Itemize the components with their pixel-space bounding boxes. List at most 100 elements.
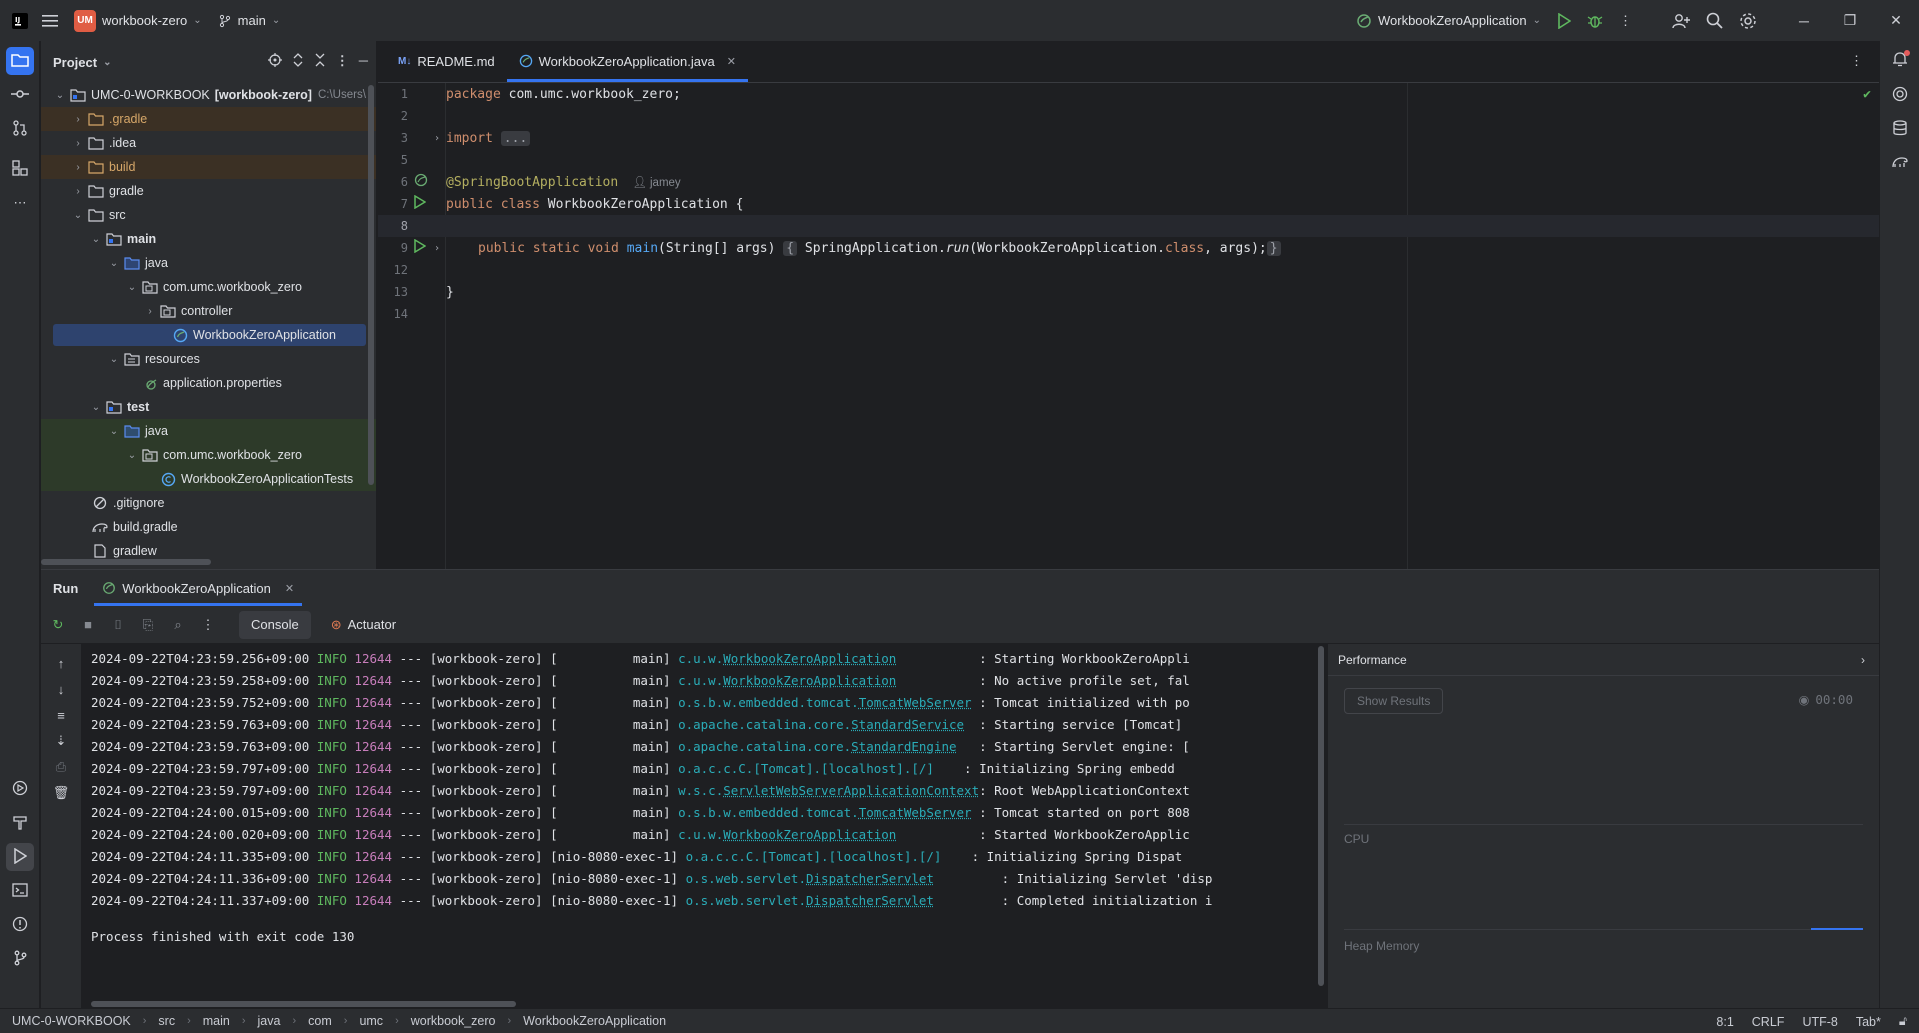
log-logger-link[interactable]: StandardService: [851, 717, 964, 732]
fold-marker[interactable]: }: [1266, 240, 1281, 256]
tree-item-application-properties[interactable]: application.properties: [41, 371, 376, 395]
tab-console[interactable]: Console: [239, 610, 311, 639]
locate-icon[interactable]: [267, 53, 282, 70]
lock-icon[interactable]: 🔓︎: [1899, 1014, 1907, 1029]
horizontal-scrollbar[interactable]: [41, 559, 211, 565]
restore-button[interactable]: ❐: [1827, 0, 1873, 41]
main-menu-button[interactable]: [34, 7, 66, 35]
console-output[interactable]: 2024-09-22T04:23:59.256+09:00 INFO 12644…: [81, 644, 1326, 1009]
print-icon[interactable]: ⎙: [50, 756, 72, 778]
chevron-right-icon[interactable]: ›: [1861, 653, 1865, 667]
log-logger-link[interactable]: StandardEngine: [851, 739, 956, 754]
show-results-button[interactable]: Show Results: [1344, 688, 1444, 714]
attach-debugger-icon[interactable]: ⌕: [167, 614, 189, 636]
camera-icon[interactable]: ⌷: [107, 614, 129, 636]
expand-all-icon[interactable]: [292, 53, 304, 70]
restore-layout-icon[interactable]: ⎘: [137, 614, 159, 636]
tree-root[interactable]: ⌄ UMC-0-WORKBOOK [workbook-zero] C:\User…: [41, 83, 376, 107]
tree-item-tests-class[interactable]: WorkbookZeroApplicationTests: [41, 467, 376, 491]
pull-requests-tool-button[interactable]: [6, 115, 34, 143]
indent-setting[interactable]: Tab*: [1856, 1015, 1881, 1029]
breadcrumb-item[interactable]: UMC-0-WORKBOOK: [12, 1014, 131, 1028]
git-tool-button[interactable]: [6, 945, 34, 973]
app-logo[interactable]: IJ: [0, 7, 34, 35]
line-ending[interactable]: CRLF: [1752, 1015, 1785, 1029]
settings-button[interactable]: [1731, 7, 1765, 35]
run-gutter-icon[interactable]: [414, 194, 427, 213]
fold-icon[interactable]: ›: [434, 243, 440, 254]
tree-item-test-package[interactable]: ⌄ com.umc.workbook_zero: [41, 443, 376, 467]
file-encoding[interactable]: UTF-8: [1802, 1015, 1837, 1029]
caret-position[interactable]: 8:1: [1716, 1015, 1733, 1029]
run-button[interactable]: [1549, 7, 1579, 35]
project-panel-title[interactable]: Project: [53, 55, 97, 70]
structure-tool-button[interactable]: [6, 155, 34, 183]
tree-item-controller[interactable]: › controller: [41, 299, 376, 323]
run-gutter-icon[interactable]: [414, 238, 427, 257]
tree-item-main[interactable]: ⌄ main: [41, 227, 376, 251]
gradle-button[interactable]: [1886, 149, 1914, 177]
arrow-up-icon[interactable]: ↑: [50, 652, 72, 674]
log-logger-link[interactable]: TomcatWebServer: [859, 805, 972, 820]
search-everywhere-button[interactable]: [1698, 7, 1731, 35]
tab-actions-icon[interactable]: ⋮: [1850, 53, 1863, 69]
author-hint[interactable]: 👤︎ jamey: [632, 177, 681, 189]
ai-assistant-button[interactable]: [1886, 81, 1914, 109]
services-tool-button[interactable]: [6, 775, 34, 803]
run-config-selector[interactable]: WorkbookZeroApplication ⌄: [1348, 7, 1549, 35]
branch-switcher[interactable]: main ⌄: [210, 7, 289, 35]
project-tool-button[interactable]: [6, 47, 34, 75]
trash-icon[interactable]: 🗑︎: [50, 782, 72, 804]
tree-item-workbookzeroapplication[interactable]: WorkbookZeroApplication: [41, 323, 376, 347]
tree-item-src[interactable]: ⌄ src: [41, 203, 376, 227]
breadcrumb-item[interactable]: main: [203, 1014, 230, 1028]
chevron-down-icon[interactable]: ⌄: [103, 57, 111, 68]
breadcrumb-item[interactable]: workbook_zero: [411, 1014, 496, 1028]
fold-icon[interactable]: ›: [434, 133, 440, 144]
vertical-scrollbar[interactable]: [368, 85, 374, 485]
code-with-me-button[interactable]: [1664, 7, 1698, 35]
rerun-icon[interactable]: ↻: [47, 614, 69, 636]
minimize-button[interactable]: ─: [1781, 0, 1827, 41]
breadcrumb-item[interactable]: umc: [359, 1014, 383, 1028]
tree-item-gradle-dir[interactable]: › .gradle: [41, 107, 376, 131]
horizontal-scrollbar[interactable]: [91, 1001, 516, 1007]
tab-readme[interactable]: M↓ README.md: [386, 40, 507, 82]
tree-item-test[interactable]: ⌄ test: [41, 395, 376, 419]
scroll-to-end-icon[interactable]: ⇣: [50, 730, 72, 752]
problems-tool-button[interactable]: [6, 911, 34, 939]
tab-actuator[interactable]: ⊛ Actuator: [319, 611, 408, 639]
project-switcher[interactable]: UM workbook-zero ⌄: [66, 7, 210, 35]
breadcrumb-item[interactable]: java: [258, 1014, 281, 1028]
tree-item-test-java[interactable]: ⌄ java: [41, 419, 376, 443]
close-window-button[interactable]: ✕: [1873, 0, 1919, 41]
more-tools-button[interactable]: ⋯: [6, 189, 34, 217]
notifications-button[interactable]: [1886, 47, 1914, 75]
more-vertical-icon[interactable]: ⋮: [336, 53, 349, 70]
breadcrumb-item[interactable]: com: [308, 1014, 332, 1028]
arrow-down-icon[interactable]: ↓: [50, 678, 72, 700]
hide-panel-icon[interactable]: ─: [359, 53, 368, 70]
soft-wrap-icon[interactable]: ≡: [50, 704, 72, 726]
vertical-scrollbar[interactable]: [1318, 646, 1324, 986]
bean-gutter-icon[interactable]: [414, 173, 428, 191]
log-logger-link[interactable]: DispatcherServlet: [806, 871, 934, 886]
close-tab-icon[interactable]: ✕: [285, 582, 294, 595]
log-logger-link[interactable]: WorkbookZeroApplication: [723, 673, 896, 688]
debug-button[interactable]: [1579, 7, 1611, 35]
tree-item-resources[interactable]: ⌄ resources: [41, 347, 376, 371]
log-logger-link[interactable]: WorkbookZeroApplication: [723, 827, 896, 842]
log-logger-link[interactable]: WorkbookZeroApplication: [723, 651, 896, 666]
log-logger-link[interactable]: ServletWebServerApplicationContext: [723, 783, 979, 798]
tree-item-gitignore[interactable]: .gitignore: [41, 491, 376, 515]
tree-item-gradle[interactable]: › gradle: [41, 179, 376, 203]
fold-marker[interactable]: {: [783, 240, 798, 256]
tab-workbookzeroapplication[interactable]: WorkbookZeroApplication.java ✕: [506, 40, 749, 82]
build-tool-button[interactable]: [6, 809, 34, 837]
tree-item-build-gradle[interactable]: build.gradle: [41, 515, 376, 539]
log-logger-link[interactable]: TomcatWebServer: [859, 695, 972, 710]
more-actions-button[interactable]: ⋮: [1611, 7, 1640, 35]
commit-tool-button[interactable]: [6, 81, 34, 109]
tree-item-idea[interactable]: › .idea: [41, 131, 376, 155]
run-tab-workbookzeroapplication[interactable]: WorkbookZeroApplication ✕: [94, 570, 302, 606]
